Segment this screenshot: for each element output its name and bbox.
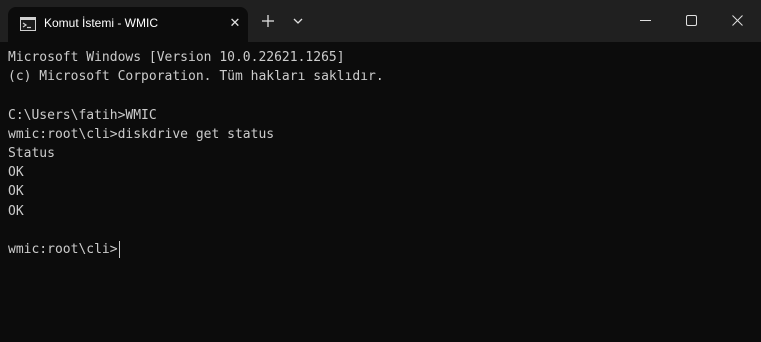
cmd-icon <box>20 17 36 31</box>
minimize-button[interactable] <box>622 0 668 42</box>
maximize-icon <box>686 15 697 26</box>
input-prompt-line[interactable]: wmic:root\cli> <box>8 240 753 259</box>
console-output[interactable]: Microsoft Windows [Version 10.0.22621.12… <box>8 48 753 259</box>
console-line: Status <box>8 145 55 161</box>
console-line: OK <box>8 184 24 200</box>
chevron-down-icon[interactable] <box>291 14 305 28</box>
console-line: OK <box>8 203 24 219</box>
terminal-window: Komut İstemi - WMIC ✕ Microsoft Windows … <box>0 0 761 342</box>
console-line: C:\Users\fatih>WMIC <box>8 107 157 123</box>
console-line: (c) Microsoft Corporation. Tüm hakları s… <box>8 69 384 85</box>
text-cursor <box>118 240 120 258</box>
console-line: OK <box>8 165 24 181</box>
new-tab-plus-icon[interactable] <box>258 11 278 31</box>
title-bar[interactable]: Komut İstemi - WMIC ✕ <box>0 0 761 42</box>
tab-command-prompt[interactable]: Komut İstemi - WMIC ✕ <box>8 7 248 42</box>
tab-title: Komut İstemi - WMIC <box>44 16 159 30</box>
minimize-icon <box>640 20 651 21</box>
console-line: wmic:root\cli>diskdrive get status <box>8 126 275 142</box>
prompt-text: wmic:root\cli> <box>8 241 118 257</box>
tab-close-icon[interactable]: ✕ <box>226 15 244 33</box>
close-icon <box>732 15 743 26</box>
console-line: Microsoft Windows [Version 10.0.22621.12… <box>8 50 345 65</box>
close-button[interactable] <box>714 0 760 42</box>
maximize-button[interactable] <box>668 0 714 42</box>
